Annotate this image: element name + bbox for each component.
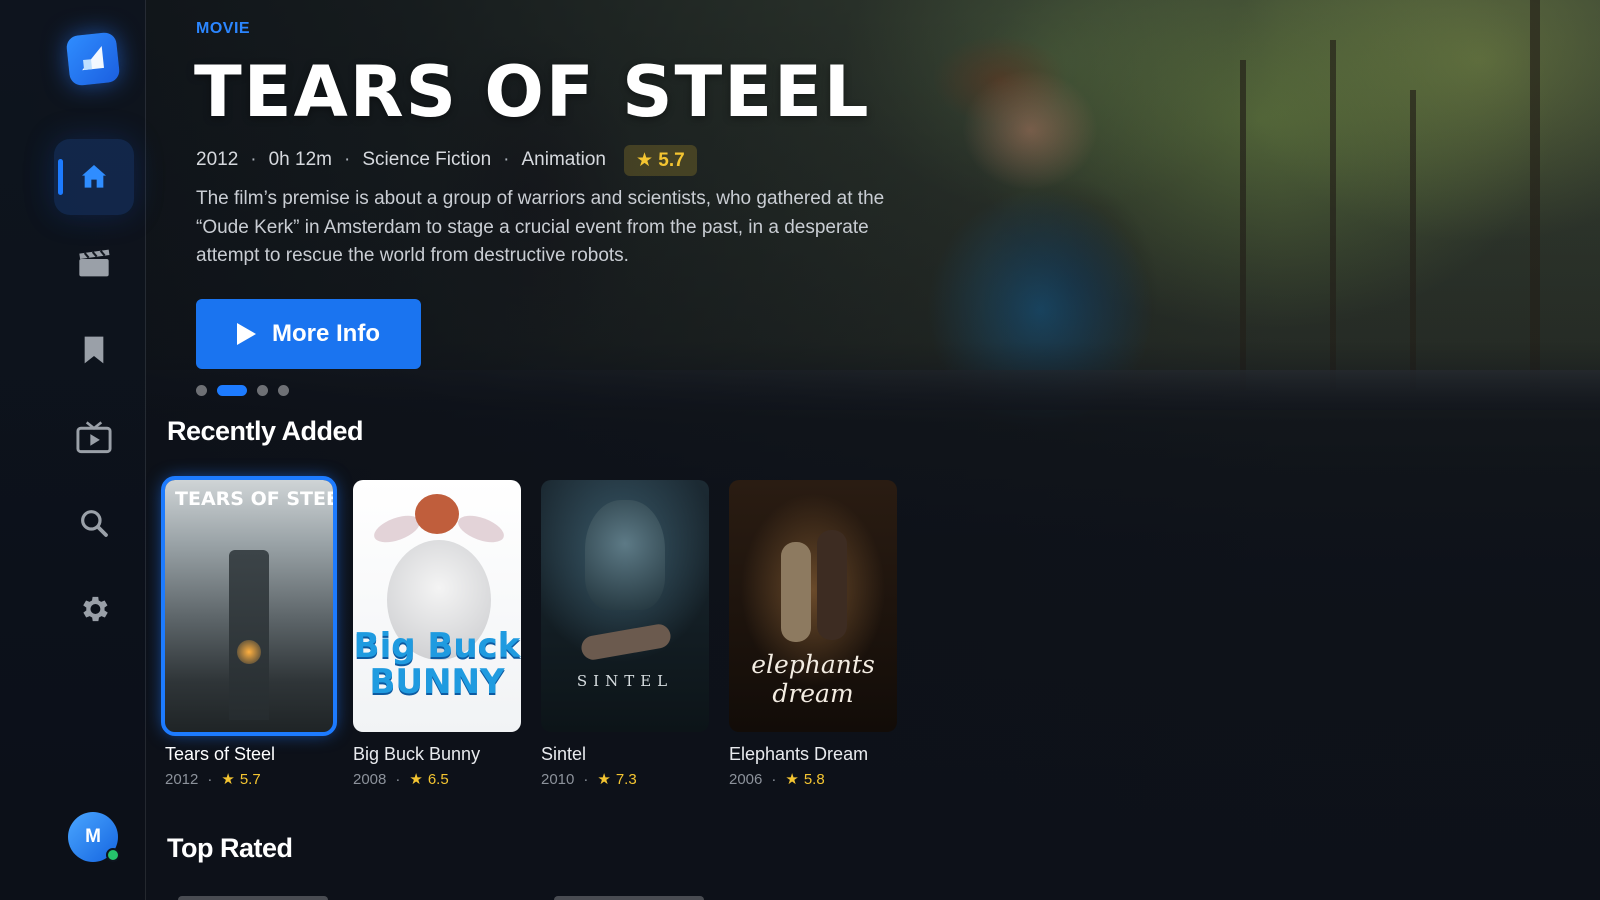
card-year: 2008 xyxy=(353,770,387,788)
star-icon: ★ xyxy=(597,771,611,788)
poster-title: SINTEL xyxy=(576,672,674,690)
card-meta: 2006 · ★ 5.8 xyxy=(729,770,897,789)
user-avatar[interactable]: M xyxy=(68,812,120,862)
card-rating: 5.8 xyxy=(803,770,825,788)
avatar-initial: M xyxy=(85,826,101,847)
carousel-dot-active[interactable] xyxy=(217,385,247,396)
card-year: 2006 xyxy=(729,770,763,788)
home-icon xyxy=(82,165,106,188)
card-rating: 7.3 xyxy=(615,770,637,788)
sidebar-item-movies[interactable] xyxy=(54,225,134,301)
card-title: Elephants Dream xyxy=(729,744,869,764)
card-meta: 2008 · ★ 6.5 xyxy=(353,770,521,789)
clapperboard-icon xyxy=(79,249,110,277)
top-rated-row-peek xyxy=(178,896,742,900)
hero-title: TEARS OF STEEL xyxy=(194,51,871,133)
card-title: Tears of Steel xyxy=(165,744,276,764)
content-type-label: MOVIE xyxy=(196,20,251,37)
star-icon: ★ xyxy=(409,771,423,788)
carousel-dot[interactable] xyxy=(257,385,268,396)
meta-separator: · xyxy=(771,770,777,788)
sidebar-item-search[interactable] xyxy=(54,485,134,561)
card-title: Big Buck Bunny xyxy=(353,744,481,764)
bookmark-icon xyxy=(84,336,104,364)
app-logo[interactable] xyxy=(65,31,121,87)
card-peek[interactable] xyxy=(554,896,704,900)
search-icon xyxy=(81,510,108,537)
card-meta: 2012 · ★ 5.7 xyxy=(165,770,333,789)
sidebar-item-home[interactable] xyxy=(54,139,134,215)
poster-sintel: SINTEL xyxy=(541,480,709,732)
hero-meta: 2012 · 0h 12m · Science Fiction · Animat… xyxy=(196,144,697,176)
poster-elephants-dream: elephants dream xyxy=(729,480,897,732)
online-status-icon xyxy=(106,848,120,862)
carousel-indicators xyxy=(196,385,299,396)
card-rating: 5.7 xyxy=(239,770,261,788)
recently-added-row: TEARS OF STEEL Tears of Steel 2012 · ★ 5… xyxy=(161,476,917,789)
star-icon: ★ xyxy=(785,771,799,788)
gear-icon xyxy=(83,596,108,622)
hero-rating-badge: ★ 5.7 xyxy=(623,144,697,176)
section-title-top-rated: Top Rated xyxy=(167,833,293,863)
sidebar: M xyxy=(0,0,146,900)
card-title: Sintel xyxy=(541,744,587,764)
hero-description: The film’s premise is about a group of w… xyxy=(196,188,885,266)
hero-genre: Animation xyxy=(521,149,606,170)
movie-card-elephants-dream[interactable]: elephants dream Elephants Dream 2006 · ★… xyxy=(729,480,897,788)
meta-separator: · xyxy=(250,149,257,170)
poster-tears-of-steel: TEARS OF STEEL xyxy=(161,476,337,736)
more-info-label: More Info xyxy=(272,320,380,347)
sidebar-item-settings[interactable] xyxy=(54,571,134,647)
meta-separator: · xyxy=(207,770,213,788)
sidebar-item-tv[interactable] xyxy=(54,399,134,475)
card-meta: 2010 · ★ 7.3 xyxy=(541,770,709,789)
poster-title: Big Buck BUNNY xyxy=(353,626,521,702)
meta-separator: · xyxy=(343,149,351,170)
sidebar-item-watchlist[interactable] xyxy=(54,312,134,388)
meta-separator: · xyxy=(395,770,401,788)
hero-genre: Science Fiction xyxy=(362,149,492,170)
poster-big-buck-bunny: Big Buck BUNNY xyxy=(353,480,521,732)
hero-duration: 0h 12m xyxy=(268,149,332,170)
carousel-dot[interactable] xyxy=(278,385,289,396)
logo-icon xyxy=(82,46,104,71)
meta-separator: · xyxy=(503,149,510,170)
meta-separator: · xyxy=(583,770,589,788)
poster-title: elephants dream xyxy=(751,650,875,708)
tv-icon xyxy=(76,421,112,454)
hero-year: 2012 xyxy=(196,149,239,170)
movie-card-big-buck-bunny[interactable]: Big Buck BUNNY Big Buck Bunny 2008 · ★ 6… xyxy=(353,480,521,788)
star-icon: ★ xyxy=(221,771,235,788)
card-rating: 6.5 xyxy=(427,770,449,788)
card-year: 2010 xyxy=(541,770,575,788)
poster-title: TEARS OF STEEL xyxy=(175,488,333,510)
movie-card-sintel[interactable]: SINTEL Sintel 2010 · ★ 7.3 xyxy=(541,480,709,788)
carousel-dot[interactable] xyxy=(196,385,207,396)
more-info-button[interactable]: More Info xyxy=(196,299,421,369)
card-year: 2012 xyxy=(165,770,199,788)
card-peek[interactable] xyxy=(178,896,328,900)
section-title-recently-added: Recently Added xyxy=(167,416,364,446)
movie-card-tears-of-steel[interactable]: TEARS OF STEEL Tears of Steel 2012 · ★ 5… xyxy=(161,476,337,789)
play-icon xyxy=(237,323,256,345)
